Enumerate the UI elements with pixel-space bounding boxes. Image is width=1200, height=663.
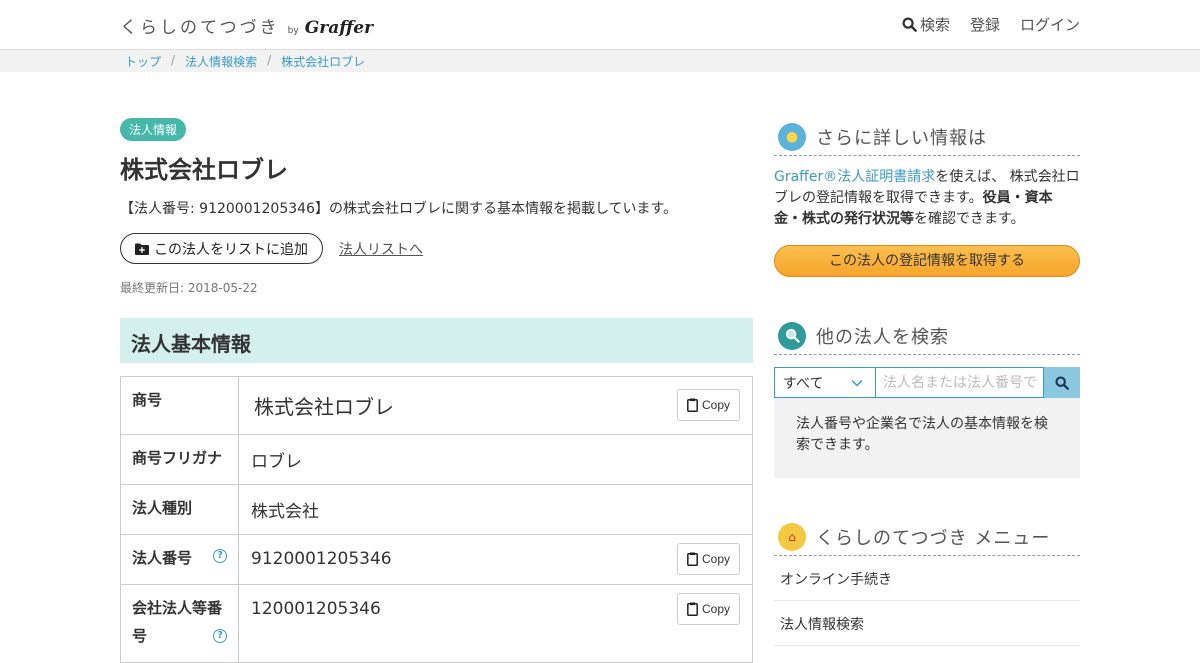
breadcrumb-corp-search[interactable]: 法人情報検索 <box>185 53 257 70</box>
add-to-list-label: この法人をリストに追加 <box>154 240 308 257</box>
row-key: 商号フリガナ <box>120 434 239 485</box>
logo-by-text: by <box>287 26 299 36</box>
more-info-title: さらに詳しい情報は <box>816 127 987 149</box>
menu-title: くらしのてつづき メニュー <box>816 527 1051 549</box>
row-value: 株式会社ロブレ <box>254 394 394 419</box>
search-note: 法人番号や企業名で法人の基本情報を検索できます。 <box>774 398 1080 478</box>
row-value-cell: ロブレ <box>238 434 753 485</box>
row-key: 商号 <box>120 376 239 435</box>
menu-header: ⌂ くらしのてつづき メニュー <box>774 518 1080 556</box>
logo-brand-text: Graffer <box>304 18 374 38</box>
row-value-cell: 株式会社 <box>238 484 753 535</box>
row-value-cell: 9120001205346 Copy <box>238 534 753 585</box>
search-form: すべて <box>774 367 1080 398</box>
more-info-header: ● さらに詳しい情報は <box>774 118 1080 156</box>
breadcrumb-top[interactable]: トップ <box>125 53 161 70</box>
help-icon[interactable]: ? <box>213 549 227 563</box>
row-value: 9120001205346 <box>251 549 392 569</box>
nav-login-label: ログイン <box>1019 16 1080 34</box>
site-logo[interactable]: くらしのてつづき by Graffer <box>120 13 374 38</box>
copy-label: Copy <box>701 552 730 566</box>
header-nav: 検索 登録 ログイン <box>902 14 1080 35</box>
table-row: 会社法人等番号 ? 120001205346 Copy <box>120 584 753 663</box>
search-submit-button[interactable] <box>1044 367 1080 398</box>
page-title: 株式会社ロブレ <box>120 156 288 184</box>
menu-item-online[interactable]: オンライン手続き <box>774 556 1080 601</box>
help-icon[interactable]: ? <box>213 629 227 643</box>
magnifier-icon <box>778 321 806 350</box>
clipboard-icon <box>687 602 698 616</box>
logo-main-text: くらしのてつづき <box>120 18 280 38</box>
search-icon <box>1055 375 1069 390</box>
house-icon: ⌂ <box>778 522 806 551</box>
clipboard-icon <box>687 552 698 566</box>
copy-label: Copy <box>701 398 730 412</box>
row-value: ロブレ <box>251 451 302 472</box>
copy-label: Copy <box>701 602 730 616</box>
page-description: 【法人番号: 9120001205346】の株式会社ロブレに関する基本情報を掲載… <box>120 201 678 217</box>
nav-register[interactable]: 登録 <box>970 14 1000 35</box>
search-title: 他の法人を検索 <box>816 326 949 348</box>
nav-login[interactable]: ログイン <box>1020 14 1080 35</box>
search-icon <box>902 17 917 32</box>
table-row: 法人番号 ? 9120001205346 Copy <box>120 534 753 585</box>
row-value: 120001205346 <box>251 599 381 619</box>
nav-search[interactable]: 検索 <box>902 14 950 35</box>
certificate-request-link[interactable]: Graffer®法人証明書請求 <box>774 169 935 185</box>
section-title: 法人基本情報 <box>120 318 753 363</box>
basic-info-table: 商号 株式会社ロブレ Copy 商号フリガナ ロブレ 法人種別 株式会社 法人番… <box>120 376 753 663</box>
copy-button[interactable]: Copy <box>676 593 740 625</box>
nav-search-label: 検索 <box>919 16 950 34</box>
table-row: 商号 株式会社ロブレ Copy <box>120 376 753 435</box>
header: くらしのてつづき by Graffer 検索 登録 ログイン <box>0 0 1200 50</box>
breadcrumb-bar: トップ / 法人情報検索 / 株式会社ロブレ <box>0 50 1200 72</box>
main-content: 法人情報 株式会社ロブレ 【法人番号: 9120001205346】の株式会社ロ… <box>120 118 753 663</box>
chevron-down-icon <box>851 379 863 387</box>
menu-item-corp-search[interactable]: 法人情報検索 <box>774 601 1080 646</box>
action-row: この法人をリストに追加 法人リストへ <box>120 233 753 264</box>
sidebar: ● さらに詳しい情報は Graffer®法人証明書請求を使えば、 株式会社ロブレ… <box>774 118 1080 646</box>
more-info-text-2: を確認できます。 <box>914 211 1025 227</box>
folder-plus-icon <box>135 243 149 255</box>
clipboard-icon <box>687 398 698 412</box>
row-value-cell: 株式会社ロブレ Copy <box>238 376 753 435</box>
last-updated: 最終更新日: 2018-05-22 <box>120 281 258 295</box>
row-key-cell: 会社法人等番号 ? <box>120 584 239 663</box>
get-registry-button[interactable]: この法人の登記情報を取得する <box>774 245 1080 277</box>
corp-list-link[interactable]: 法人リストへ <box>339 239 423 259</box>
breadcrumb: トップ / 法人情報検索 / 株式会社ロブレ <box>125 53 365 70</box>
search-category-select[interactable]: すべて <box>774 367 876 398</box>
search-category-value: すべて <box>783 375 824 392</box>
row-key: 法人番号 <box>132 549 193 567</box>
nav-register-label: 登録 <box>969 16 1000 34</box>
copy-button[interactable]: Copy <box>676 389 740 421</box>
breadcrumb-current[interactable]: 株式会社ロブレ <box>281 53 365 70</box>
lightbulb-icon: ● <box>778 122 806 151</box>
breadcrumb-separator: / <box>171 53 176 67</box>
table-row: 商号フリガナ ロブレ <box>120 434 753 485</box>
category-badge: 法人情報 <box>120 118 187 141</box>
row-key: 法人種別 <box>120 484 239 535</box>
breadcrumb-separator: / <box>267 53 272 67</box>
add-to-list-button[interactable]: この法人をリストに追加 <box>120 233 323 264</box>
more-info-text: Graffer®法人証明書請求を使えば、 株式会社ロブレの登記情報を取得できます… <box>774 167 1080 230</box>
row-value-cell: 120001205346 Copy <box>238 584 753 663</box>
table-row: 法人種別 株式会社 <box>120 484 753 535</box>
row-key: 会社法人等番号 <box>132 599 223 645</box>
copy-button[interactable]: Copy <box>676 543 740 575</box>
row-value: 株式会社 <box>251 501 319 522</box>
search-input[interactable] <box>876 367 1044 398</box>
row-key-cell: 法人番号 ? <box>120 534 239 585</box>
search-header: 他の法人を検索 <box>774 317 1080 355</box>
